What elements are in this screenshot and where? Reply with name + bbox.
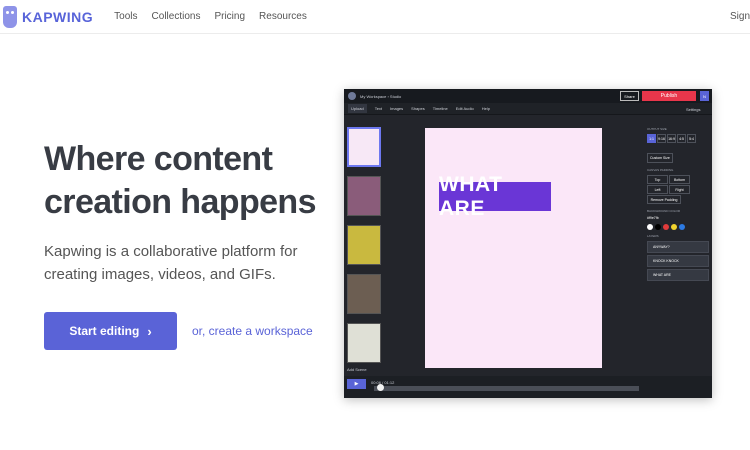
padding-left[interactable]: Left xyxy=(647,185,668,194)
ratio-16-9[interactable]: 16:9 xyxy=(667,134,676,143)
padding-options: Top Bottom Left Right Remove Padding xyxy=(647,175,709,205)
workspace-avatar[interactable] xyxy=(348,92,356,100)
scene-thumbnail[interactable] xyxy=(347,323,381,363)
chevron-right-icon: › xyxy=(147,323,152,339)
editor-sidebar: OUTPUT SIZE 1:1 9:16 16:9 4:5 5:4 Custom… xyxy=(647,127,709,283)
create-workspace-link[interactable]: or, create a workspace xyxy=(192,324,313,338)
settings-button[interactable]: Settings xyxy=(686,107,700,112)
edit-audio-tool[interactable]: Edit Audio xyxy=(456,106,474,111)
upload-tool[interactable]: Upload xyxy=(348,104,367,113)
scene-list xyxy=(347,127,381,372)
layers-label: LAYERS xyxy=(647,234,659,238)
editor-toolbar: Upload Text Images Shapes Timeline Edit … xyxy=(344,103,712,115)
padding-bottom[interactable]: Bottom xyxy=(669,175,690,184)
start-editing-button[interactable]: Start editing › xyxy=(44,312,177,350)
layer-item[interactable]: ANYWAY? xyxy=(647,241,709,253)
canvas-padding-label: CANVAS PADDING xyxy=(647,168,674,172)
start-editing-label: Start editing xyxy=(69,324,140,338)
ratio-4-5[interactable]: 4:5 xyxy=(677,134,686,143)
top-nav: KAPWING Tools Collections Pricing Resour… xyxy=(0,0,750,34)
ratio-1-1[interactable]: 1:1 xyxy=(647,134,656,143)
output-size-label: OUTPUT SIZE xyxy=(647,127,667,131)
canvas-text-layer[interactable]: WHAT ARE xyxy=(439,173,551,220)
red-swatch[interactable] xyxy=(663,224,669,230)
share-button[interactable]: Share xyxy=(620,91,639,101)
timeline-tool[interactable]: Timeline xyxy=(433,106,448,111)
help-tool[interactable]: Help xyxy=(482,106,490,111)
kapwing-logo[interactable]: KAPWING xyxy=(3,5,94,28)
scene-thumbnail[interactable] xyxy=(347,225,381,265)
nav-links: Tools Collections Pricing Resources xyxy=(114,11,321,22)
images-tool[interactable]: Images xyxy=(390,106,403,111)
nav-pricing[interactable]: Pricing xyxy=(214,11,245,22)
user-avatar[interactable]: N xyxy=(700,91,709,101)
timeline: ▶ 00:06 / 01:12 xyxy=(344,376,712,398)
layer-item[interactable]: WHAT ARE xyxy=(647,269,709,281)
hero-subtitle: Kapwing is a collaborative platform for … xyxy=(44,243,298,283)
ratio-5-4[interactable]: 5:4 xyxy=(687,134,696,143)
scene-thumbnail[interactable] xyxy=(347,127,381,167)
editor-preview: My Workspace › Studio Share Publish N Up… xyxy=(344,89,712,398)
publish-button[interactable]: Publish xyxy=(642,91,696,101)
sign-in-link[interactable]: Sign xyxy=(730,11,750,22)
nav-tools[interactable]: Tools xyxy=(114,11,137,22)
editor-canvas[interactable]: WHAT ARE xyxy=(425,128,602,368)
yellow-swatch[interactable] xyxy=(671,224,677,230)
scene-thumbnail[interactable] xyxy=(347,176,381,216)
background-color-value[interactable]: #f9e7fb xyxy=(647,216,709,220)
white-swatch[interactable] xyxy=(647,224,653,230)
nav-collections[interactable]: Collections xyxy=(152,11,201,22)
playhead-handle[interactable] xyxy=(377,384,384,391)
add-scene-button[interactable]: Add Scene xyxy=(347,367,367,372)
shapes-tool[interactable]: Shapes xyxy=(411,106,425,111)
custom-size-button[interactable]: Custom Size xyxy=(647,153,673,163)
kapwing-logo-icon xyxy=(3,5,17,28)
black-swatch[interactable] xyxy=(655,224,661,230)
remove-padding[interactable]: Remove Padding xyxy=(647,195,681,204)
color-swatches xyxy=(647,224,709,230)
timeline-track[interactable] xyxy=(374,386,639,391)
padding-top[interactable]: Top xyxy=(647,175,668,184)
brand-name: KAPWING xyxy=(22,8,94,25)
padding-right[interactable]: Right xyxy=(669,185,690,194)
hero-title: Where content creation happens xyxy=(44,140,317,221)
text-tool[interactable]: Text xyxy=(375,106,382,111)
layer-item[interactable]: KNOCK KNOCK xyxy=(647,255,709,267)
background-color-label: BACKGROUND COLOR xyxy=(647,209,681,213)
nav-resources[interactable]: Resources xyxy=(259,11,307,22)
scene-thumbnail[interactable] xyxy=(347,274,381,314)
ratio-options: 1:1 9:16 16:9 4:5 5:4 xyxy=(647,134,709,143)
ratio-9-16[interactable]: 9:16 xyxy=(657,134,666,143)
editor-breadcrumb[interactable]: My Workspace › Studio xyxy=(360,94,401,99)
play-button[interactable]: ▶ xyxy=(347,379,366,389)
blue-swatch[interactable] xyxy=(679,224,685,230)
